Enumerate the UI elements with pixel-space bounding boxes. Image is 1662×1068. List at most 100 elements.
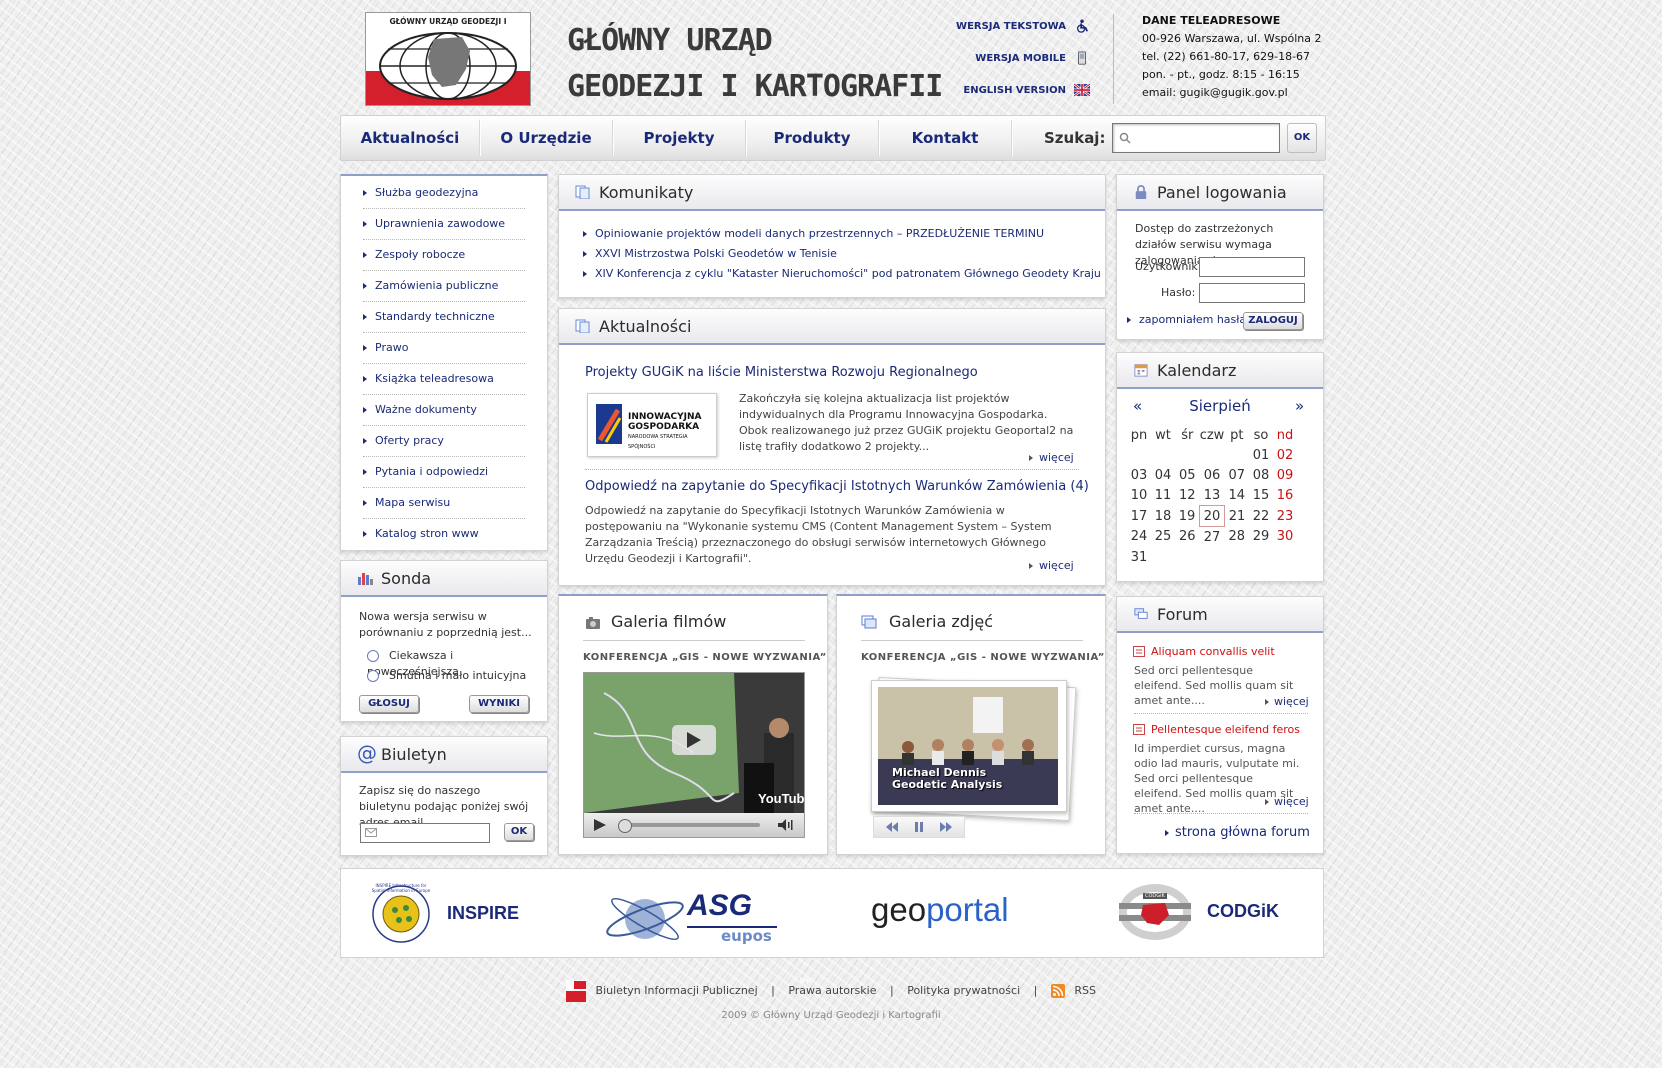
nav-produkty[interactable]: Produkty [746, 116, 878, 160]
footer-link-copyright[interactable]: Prawa autorskie [788, 984, 876, 997]
newsletter-ok-button[interactable]: OK [504, 823, 534, 841]
calendar-day[interactable]: 27 [1200, 527, 1225, 548]
side-nav-item[interactable]: Mapa serwisu [363, 488, 525, 519]
news-thumbnail[interactable]: INNOWACYJNA GOSPODARKA NARODOWA STRATEGI… [587, 393, 717, 457]
calendar-day[interactable]: 12 [1175, 485, 1200, 506]
side-nav-item[interactable]: Pytania i odpowiedzi [363, 457, 525, 488]
password-input[interactable] [1199, 283, 1305, 303]
newsletter-email-input[interactable] [360, 823, 490, 843]
forgot-password-link[interactable]: zapomniałem hasła [1127, 312, 1246, 328]
nav-projekty[interactable]: Projekty [613, 116, 745, 160]
volume-icon[interactable] [778, 819, 794, 831]
english-version-link[interactable]: ENGLISH VERSION [940, 78, 1090, 110]
search-button[interactable]: OK [1287, 123, 1317, 153]
calendar-grid: pn wt śr czw pt so nd 01 02 03 04 05 06 07 08 09… [1127, 425, 1297, 567]
calendar-day[interactable]: 18 [1151, 506, 1175, 527]
calendar-day[interactable]: 11 [1151, 485, 1175, 506]
video-player[interactable]: YouTube [583, 672, 812, 838]
play-icon[interactable] [594, 819, 606, 831]
play-overlay-button[interactable] [672, 725, 716, 755]
side-nav-item[interactable]: Prawo [363, 333, 525, 364]
calendar-day[interactable]: 24 [1127, 527, 1151, 548]
nav-o-urzedzie[interactable]: O Urzędzie [480, 116, 612, 160]
inspire-logo[interactable]: INSPIRE Infrastructure for Spatial Infor… [371, 883, 541, 945]
side-nav-item[interactable]: Ważne dokumenty [363, 395, 525, 426]
calendar-day[interactable]: 30 [1273, 527, 1297, 548]
site-logo[interactable]: GŁÓWNY URZĄD GEODEZJI I KARTOGRAFII [365, 12, 531, 106]
calendar-day[interactable]: 17 [1127, 506, 1151, 527]
calendar-day[interactable]: 08 [1249, 465, 1273, 485]
footer-link-privacy[interactable]: Polityka prywatności [907, 984, 1020, 997]
announcement-item[interactable]: XXVI Mistrzostwa Polski Geodetów w Tenis… [583, 247, 837, 260]
nav-aktualnosci[interactable]: Aktualności [341, 116, 479, 160]
side-nav-item[interactable]: Standardy techniczne [363, 302, 525, 333]
forum-home-link[interactable]: strona główna forum [1165, 825, 1310, 840]
calendar-day[interactable]: 28 [1225, 527, 1250, 548]
calendar-day[interactable]: 09 [1273, 465, 1297, 485]
calendar-day[interactable]: 03 [1127, 465, 1151, 485]
codgik-logo[interactable]: CODGiK CODGiK [1117, 881, 1297, 943]
nav-kontakt[interactable]: Kontakt [879, 116, 1011, 160]
rss-icon[interactable] [1050, 984, 1065, 998]
calendar-day[interactable]: 04 [1151, 465, 1175, 485]
username-input[interactable] [1199, 257, 1305, 277]
announcement-item[interactable]: Opiniowanie projektów modeli danych prze… [583, 227, 1044, 240]
side-nav-item[interactable]: Służba geodezyjna [363, 178, 525, 209]
more-link[interactable]: więcej [1265, 795, 1309, 808]
search-input[interactable] [1112, 123, 1280, 153]
video-progress-bar[interactable] [622, 823, 760, 827]
calendar-day[interactable]: 07 [1225, 465, 1250, 485]
calendar-day[interactable]: 15 [1249, 485, 1273, 506]
more-link[interactable]: więcej [1029, 451, 1074, 464]
calendar-day[interactable]: 14 [1225, 485, 1250, 506]
side-nav-item[interactable]: Uprawnienia zawodowe [363, 209, 525, 240]
calendar-day[interactable]: 31 [1127, 547, 1151, 567]
side-nav-item[interactable]: Książka teleadresowa [363, 364, 525, 395]
calendar-day[interactable]: 02 [1273, 445, 1297, 465]
calendar-day[interactable]: 01 [1249, 445, 1273, 465]
mobile-version-link[interactable]: WERSJA MOBILE [940, 46, 1090, 78]
side-nav-item[interactable]: Zamówienia publiczne [363, 271, 525, 302]
news-headline[interactable]: Odpowiedź na zapytanie do Specyfikacji I… [585, 479, 1089, 494]
calendar-day[interactable]: 06 [1200, 465, 1225, 485]
forum-post-title[interactable]: Aliquam convallis velit [1151, 645, 1275, 658]
next-month-button[interactable]: » [1295, 397, 1304, 415]
calendar-day[interactable]: 21 [1225, 506, 1250, 527]
news-headline[interactable]: Projekty GUGiK na liście Ministerstwa Ro… [585, 365, 978, 380]
calendar-day[interactable]: 13 [1200, 485, 1225, 506]
calendar-day[interactable]: 10 [1127, 485, 1151, 506]
forum-post-title[interactable]: Pellentesque eleifend feros [1151, 723, 1300, 736]
footer-link-rss[interactable]: RSS [1074, 984, 1096, 997]
calendar-day[interactable]: 25 [1151, 527, 1175, 548]
vote-button[interactable]: GŁOSUJ [359, 695, 419, 713]
side-nav-item[interactable]: Oferty pracy [363, 426, 525, 457]
calendar-day[interactable]: 16 [1273, 485, 1297, 506]
radio-button[interactable] [367, 670, 379, 682]
results-button[interactable]: WYNIKI [469, 695, 529, 713]
calendar-day[interactable]: 05 [1175, 465, 1200, 485]
text-version-link[interactable]: WERSJA TEKSTOWA [940, 14, 1090, 46]
calendar-day[interactable]: 20 [1199, 505, 1225, 527]
rewind-icon[interactable] [886, 822, 898, 832]
footer-link-bip[interactable]: Biuletyn Informacji Publicznej [596, 984, 758, 997]
photo-frame[interactable]: Michael Dennis Geodetic Analysis [871, 680, 1067, 812]
geoportal-logo[interactable]: geoportal [871, 891, 1009, 929]
more-link[interactable]: więcej [1029, 559, 1074, 572]
login-button[interactable]: ZALOGUJ [1243, 312, 1303, 330]
fast-forward-icon[interactable] [940, 822, 952, 832]
poll-option[interactable]: Smutna i mało intuicyjna [367, 668, 526, 684]
calendar-day[interactable]: 26 [1175, 527, 1200, 548]
calendar-day[interactable]: 22 [1249, 506, 1273, 527]
radio-button[interactable] [367, 650, 379, 662]
calendar-day[interactable]: 29 [1249, 527, 1273, 548]
calendar-day[interactable]: 23 [1273, 506, 1297, 527]
calendar-day[interactable]: 19 [1175, 506, 1200, 527]
video-scrubber[interactable] [618, 819, 632, 833]
side-nav-item[interactable]: Katalog stron www [363, 519, 525, 549]
pause-icon[interactable] [914, 822, 924, 832]
asg-eupos-logo[interactable]: ASG eupos [601, 879, 781, 947]
announcement-item[interactable]: XIV Konferencja z cyklu "Kataster Nieruc… [583, 267, 1101, 280]
contact-email[interactable]: email: gugik@gugik.gov.pl [1142, 84, 1321, 102]
side-nav-item[interactable]: Zespoły robocze [363, 240, 525, 271]
more-link[interactable]: więcej [1265, 695, 1309, 708]
